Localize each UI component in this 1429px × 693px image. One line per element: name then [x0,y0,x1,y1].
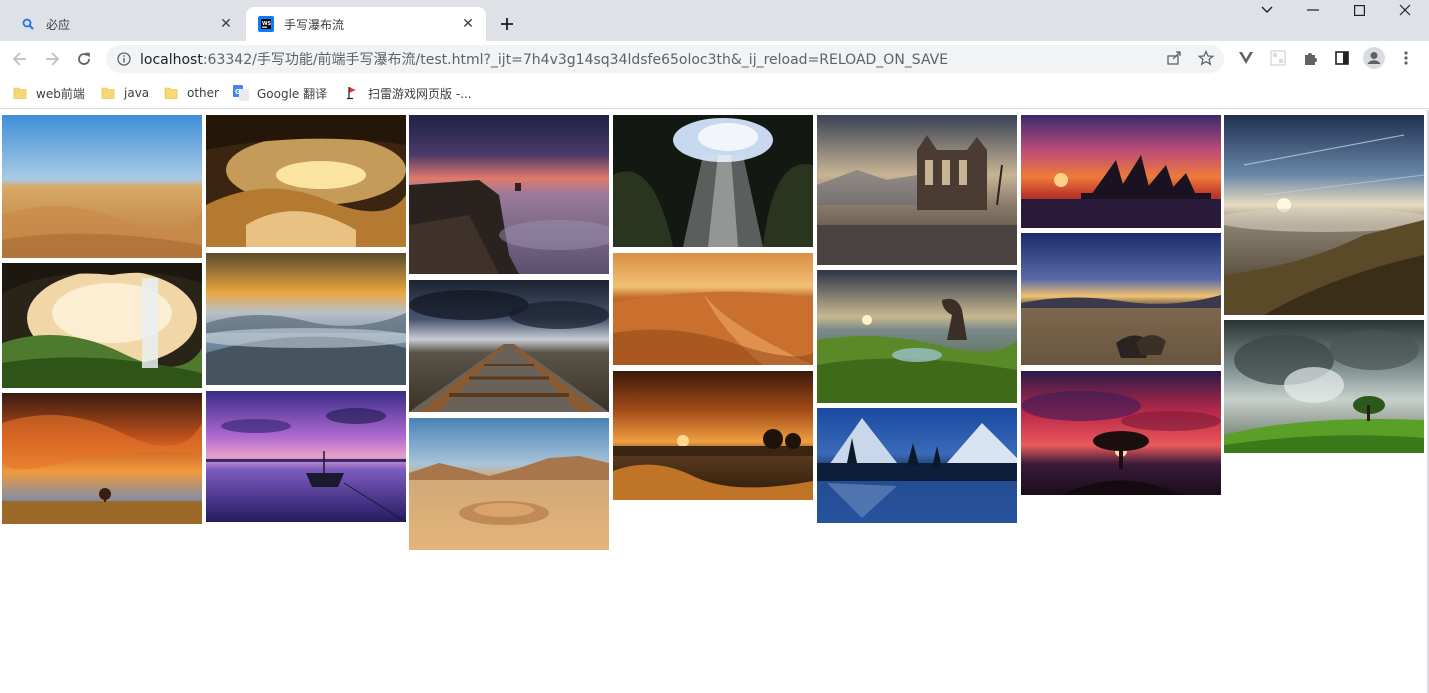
browser-chrome: 必应 ✕ WS 手写瀑布流 ✕ localhost:63342/手写功能/前端手… [0,0,1429,110]
address-bar[interactable]: localhost:63342/手写功能/前端手写瀑布流/test.html?_… [106,45,1224,73]
tab-title: 手写瀑布流 [284,17,345,32]
photo-rocky-desert [409,418,609,550]
bookmark-label: Google 翻译 [257,86,328,101]
url-text: localhost:63342/手写功能/前端手写瀑布流/test.html?_… [140,49,1224,69]
bing-search-icon [20,16,36,32]
photo-cave-skylight [613,115,813,247]
close-icon[interactable]: ✕ [458,14,478,34]
bookmark-label: java [124,86,150,100]
bookmark-label: other [187,86,219,100]
extension-grid-icon[interactable] [1267,47,1289,69]
photo-mossy-shore [817,270,1017,403]
google-translate-icon: G [233,85,249,101]
tab-strip: 必应 ✕ WS 手写瀑布流 ✕ [0,0,1429,41]
photo-golden-dunes [206,115,406,247]
photo-desert-dunes [2,115,202,258]
minesweeper-flag-icon [344,85,360,101]
tab-bing[interactable]: 必应 ✕ [8,7,244,41]
new-tab-button[interactable] [496,13,518,35]
photo-sea-cliffs [409,115,609,274]
folder-icon [100,85,116,101]
share-icon[interactable] [1163,47,1185,69]
tab-title: 必应 [46,17,71,32]
maximize-button[interactable] [1336,0,1382,20]
photo-african-sunset [613,371,813,500]
photo-lake-boat-dusk [1021,233,1221,365]
close-icon[interactable]: ✕ [216,14,236,34]
bookmark-java[interactable]: java [100,83,149,103]
bookmark-label: 扫雷游戏网页版 -... [368,86,472,101]
tab-search-chevron-icon[interactable] [1244,0,1290,20]
minimize-button[interactable] [1290,0,1336,20]
photo-misty-valley [206,253,406,385]
photo-sunset-lone-tree [2,393,202,524]
side-panel-icon[interactable] [1331,47,1353,69]
photo-red-sky-tree [1021,371,1221,495]
vue-devtools-icon[interactable] [1235,47,1257,69]
close-window-button[interactable] [1382,0,1428,20]
folder-icon [12,85,28,101]
svg-text:G: G [235,88,241,96]
bookmark-minesweeper[interactable]: 扫雷游戏网页版 -... [344,83,472,103]
navigation-toolbar: localhost:63342/手写功能/前端手写瀑布流/test.html?_… [0,41,1429,77]
photo-green-hill-tree [1224,320,1424,453]
bookmark-web[interactable]: web前端 [12,83,85,103]
svg-text:WS: WS [262,21,272,27]
photo-mountain-sunrise [1224,115,1424,315]
bookmark-label: web前端 [36,86,85,101]
url-host: localhost [140,52,203,68]
folder-icon [163,85,179,101]
info-icon[interactable] [116,51,132,67]
photo-ruined-abbey [817,115,1017,265]
tab-waterfall[interactable]: WS 手写瀑布流 ✕ [246,7,486,41]
photo-opera-house-sunset [1021,115,1221,228]
url-path: :63342/手写功能/前端手写瀑布流/test.html?_ijt=7h4v3… [202,52,949,68]
photo-waterfall-cave [2,263,202,388]
photo-purple-lake-boat [206,391,406,522]
bookmark-other[interactable]: other [163,83,219,103]
back-button[interactable] [8,47,32,71]
menu-kebab-icon[interactable] [1395,47,1417,69]
bookmark-google-translate[interactable]: G Google 翻译 [233,83,327,103]
photo-snowy-mountains-lake [817,408,1017,523]
profile-avatar-icon[interactable] [1363,47,1385,69]
reload-button[interactable] [72,47,96,71]
photo-railroad-tracks [409,280,609,412]
webstorm-icon: WS [258,16,274,32]
bookmark-star-icon[interactable] [1195,47,1217,69]
bookmarks-bar: web前端 java other G Google 翻译 扫雷游戏网页版 -..… [0,77,1429,109]
photo-orange-dunes [613,253,813,365]
forward-button[interactable] [40,47,64,71]
page-content [0,110,1427,693]
extensions-puzzle-icon[interactable] [1299,47,1321,69]
